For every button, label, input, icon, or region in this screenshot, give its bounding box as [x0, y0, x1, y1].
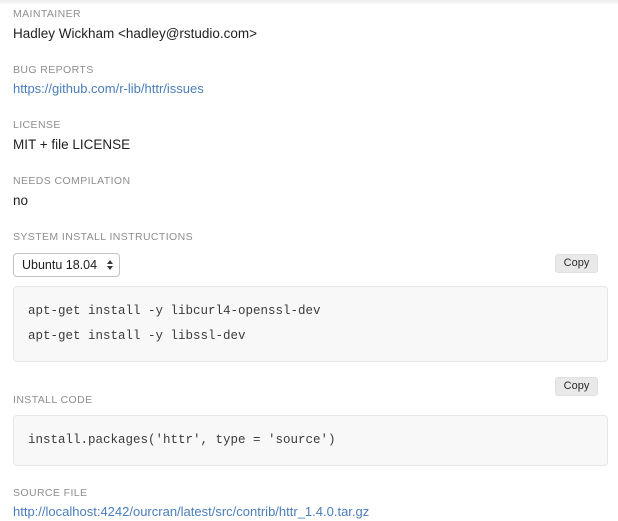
system-install-label: SYSTEM INSTALL INSTRUCTIONS [13, 231, 193, 243]
install-code-label: INSTALL CODE [13, 394, 93, 406]
code-line: apt-get install -y libssl-dev [28, 329, 246, 343]
field-bug-reports: BUG REPORTS https://github.com/r-lib/htt… [0, 64, 618, 98]
bug-reports-label: BUG REPORTS [13, 64, 94, 76]
package-detail-panel: MAINTAINER Hadley Wickham <hadley@rstudi… [0, 0, 618, 521]
needs-compilation-value: no [13, 193, 29, 208]
field-system-install-instructions: SYSTEM INSTALL INSTRUCTIONS Copy Ubuntu … [0, 231, 618, 277]
field-source-file: SOURCE FILE http://localhost:4242/ourcra… [0, 487, 618, 521]
copy-install-code-button[interactable]: Copy [555, 377, 598, 396]
source-file-link[interactable]: http://localhost:4242/ourcran/latest/src… [13, 503, 369, 521]
field-install-code: Copy INSTALL CODE [0, 377, 618, 407]
maintainer-label: MAINTAINER [13, 8, 81, 20]
license-value: MIT + file LICENSE [13, 137, 131, 152]
maintainer-value: Hadley Wickham <hadley@rstudio.com> [13, 26, 258, 41]
install-code-block: install.packages('httr', type = 'source'… [13, 415, 608, 466]
os-select-value[interactable]: Ubuntu 18.04 [13, 253, 121, 277]
system-install-code-block: apt-get install -y libcurl4-openssl-dev … [13, 286, 608, 362]
license-label: LICENSE [13, 119, 61, 131]
field-needs-compilation: NEEDS COMPILATION no [0, 175, 618, 210]
bug-reports-link[interactable]: https://github.com/r-lib/httr/issues [13, 80, 204, 98]
source-file-label: SOURCE FILE [13, 487, 88, 499]
field-license: LICENSE MIT + file LICENSE [0, 119, 618, 154]
code-line: install.packages('httr', type = 'source'… [28, 433, 336, 447]
needs-compilation-label: NEEDS COMPILATION [13, 175, 131, 187]
os-select[interactable]: Ubuntu 18.04 [13, 253, 121, 277]
copy-system-install-button[interactable]: Copy [555, 254, 598, 273]
code-line: apt-get install -y libcurl4-openssl-dev [28, 304, 321, 318]
field-maintainer: MAINTAINER Hadley Wickham <hadley@rstudi… [0, 0, 618, 43]
